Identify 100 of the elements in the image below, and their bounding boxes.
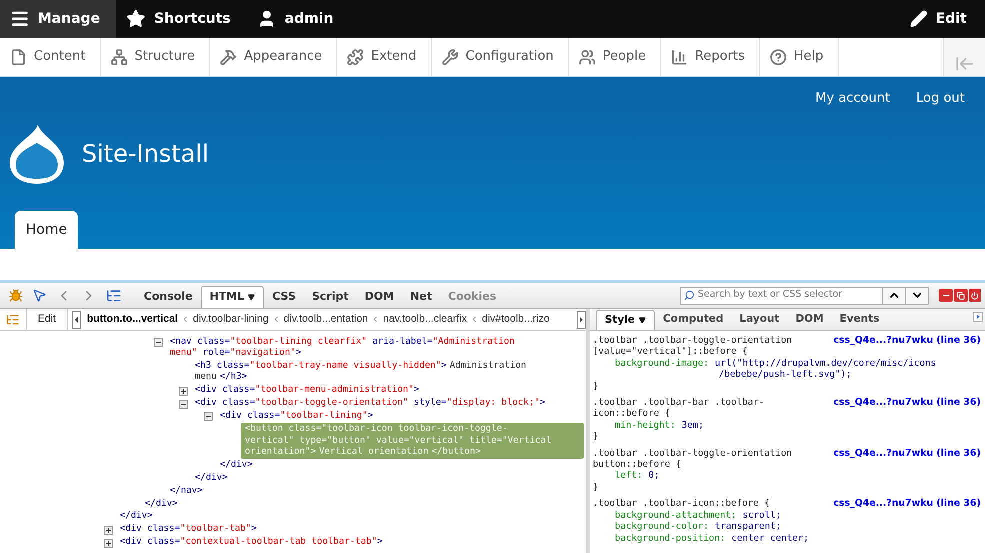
next-match-button[interactable]	[906, 286, 929, 304]
code-line[interactable]: <div class="toolbar-toggle-orientation" style="display: block;">	[195, 398, 584, 410]
breadcrumb-item[interactable]: div.toolb...entation	[284, 312, 368, 328]
panel-tab[interactable]: Console	[136, 286, 201, 308]
breadcrumb-item[interactable]: div.toolbar-lining	[193, 312, 269, 328]
puzzle-icon	[347, 48, 364, 66]
caret-icon	[639, 317, 646, 324]
menu-link[interactable]: Appearance	[210, 38, 338, 76]
command-line-icon[interactable]	[106, 288, 122, 304]
bar-chart-icon	[671, 48, 688, 66]
menu-link[interactable]: Help	[760, 38, 839, 76]
source-link[interactable]: css_Q4e...?nu7wku (line 36)	[834, 397, 981, 420]
header-link[interactable]: My account	[816, 89, 890, 108]
page-icon	[10, 48, 27, 66]
collapse-toggle-icon[interactable]	[179, 400, 188, 409]
css-brace: }	[593, 380, 599, 392]
expand-toggle-icon[interactable]	[104, 526, 113, 535]
css-property: min-height:	[615, 420, 676, 432]
menu-link[interactable]: Configuration	[432, 38, 569, 76]
expand-toggle-icon[interactable]	[104, 538, 113, 548]
search-icon	[684, 290, 695, 301]
header-link[interactable]: Log out	[916, 89, 965, 108]
code-line[interactable]: <div class="toolbar-tab">	[120, 524, 584, 536]
breadcrumb-item[interactable]: div#toolb...rizo	[482, 312, 550, 328]
css-brace: }	[593, 431, 599, 442]
panel-tab[interactable]: HTML	[200, 286, 264, 308]
menu-link[interactable]: Reports	[661, 38, 760, 76]
menu-link[interactable]: Extend	[337, 38, 432, 76]
code-line: </div>	[145, 498, 178, 509]
css-selector: .toolbar .toolbar-toggle-orientation button::before {	[593, 448, 794, 470]
code-line: </nav>	[170, 486, 203, 496]
sitemap-icon	[110, 48, 128, 66]
drop-logo-icon	[8, 122, 66, 184]
help-icon	[770, 48, 787, 66]
side-panel-tab[interactable]: Style	[596, 310, 656, 330]
source-link[interactable]: css_Q4e...?nu7wku (line 36)	[834, 498, 981, 510]
orientation-toggle-button[interactable]	[943, 38, 985, 76]
panel-tab[interactable]: Script	[304, 286, 357, 308]
hammer-icon	[220, 48, 238, 66]
source-link[interactable]: css_Q4e...?nu7wku (line 36)	[834, 448, 981, 470]
expand-toggle-icon[interactable]	[179, 386, 188, 396]
toolbar-tab[interactable]: Shortcuts	[116, 0, 247, 38]
toolbar-tab[interactable]: Manage	[0, 0, 116, 38]
code-line: </div>	[195, 472, 228, 483]
collapse-toggle-icon[interactable]	[154, 338, 163, 347]
scroll-left-icon[interactable]	[72, 310, 82, 328]
css-value: 0;	[648, 470, 660, 482]
css-value: scroll;	[742, 510, 782, 522]
page-tab[interactable]: Home	[15, 211, 78, 249]
code-line: </div>	[220, 460, 253, 470]
css-property: background-image:	[615, 358, 710, 371]
break-on-mutate-icon[interactable]	[6, 312, 20, 326]
scroll-right-icon[interactable]	[973, 312, 983, 322]
power-icon	[971, 292, 979, 300]
previous-match-button[interactable]	[883, 286, 906, 304]
breadcrumb-item[interactable]: button.to...vertical	[81, 312, 178, 328]
code-line: </div>	[120, 511, 153, 522]
css-value: url("http://drupalvm.dev/core/misc/icons	[715, 358, 936, 370]
close-button[interactable]	[969, 289, 981, 302]
code-line[interactable]: <div class="contextual-toolbar-tab toolbar-tab">	[120, 536, 584, 550]
css-selector: .toolbar .toolbar-toggle-orientation [value="vertical"]::before {	[593, 335, 794, 358]
panel-tab[interactable]: DOM	[356, 286, 402, 308]
toolbar-tab[interactable]: admin	[246, 0, 350, 38]
detach-button[interactable]	[954, 289, 968, 302]
side-panel-tab[interactable]: DOM	[788, 310, 832, 330]
panel-tab[interactable]: CSS	[264, 286, 304, 308]
side-panel-tab[interactable]: Events	[832, 310, 888, 330]
star-icon	[126, 9, 146, 29]
css-brace: }	[593, 482, 599, 493]
edit-button[interactable]: Edit	[27, 309, 68, 330]
css-property: left:	[615, 470, 643, 482]
pencil-icon	[910, 10, 928, 28]
menu-icon	[10, 9, 30, 29]
breadcrumb-item[interactable]: nav.toolb...clearfix	[383, 312, 468, 328]
menu-link[interactable]: Content	[0, 38, 101, 76]
css-value: 3em;	[682, 420, 704, 432]
search-field[interactable]: Search by text or CSS selector	[680, 286, 883, 304]
site-name: Site-Install	[82, 138, 209, 170]
side-panel-tab[interactable]: Computed	[655, 310, 732, 330]
minimize-button[interactable]	[939, 289, 953, 302]
wrench-icon	[442, 48, 459, 66]
menu-link[interactable]: Structure	[100, 38, 210, 76]
edit-button[interactable]: Edit	[892, 0, 985, 38]
css-property: background-color:	[615, 521, 710, 532]
inspect-icon[interactable]	[32, 288, 47, 303]
css-selector: .toolbar .toolbar-bar .toolbar-icon::before {	[593, 397, 766, 420]
bug-icon[interactable]	[9, 288, 23, 302]
css-value: center center;	[732, 532, 810, 544]
css-value: /bebebe/push-left.svg");	[718, 369, 853, 381]
side-panel-tab[interactable]: Layout	[732, 310, 788, 330]
css-value: transparent;	[715, 521, 782, 532]
menu-link[interactable]: People	[568, 38, 662, 76]
code-line[interactable]: <div class="toolbar-lining">	[220, 410, 584, 424]
scroll-right-icon[interactable]	[577, 310, 586, 328]
collapse-toggle-icon[interactable]	[204, 412, 213, 422]
panel-tab[interactable]: Net	[402, 286, 440, 308]
code-line[interactable]: <div class="toolbar-menu-administration">	[195, 384, 584, 398]
source-link[interactable]: css_Q4e...?nu7wku (line 36)	[834, 335, 981, 358]
css-property: background-attachment:	[615, 510, 737, 522]
css-selector: .toolbar .toolbar-icon::before {	[593, 498, 772, 510]
